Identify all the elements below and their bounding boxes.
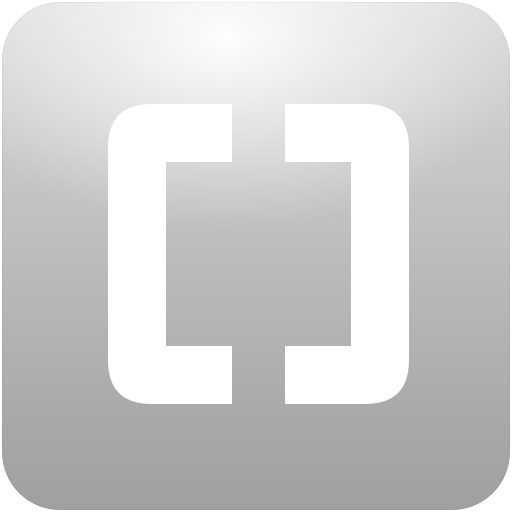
app-icon[interactable] [2,2,510,510]
brackets-icon [108,104,409,404]
right-bracket-shape [285,104,409,404]
left-bracket-shape [108,104,232,404]
icon-canvas [0,0,512,512]
